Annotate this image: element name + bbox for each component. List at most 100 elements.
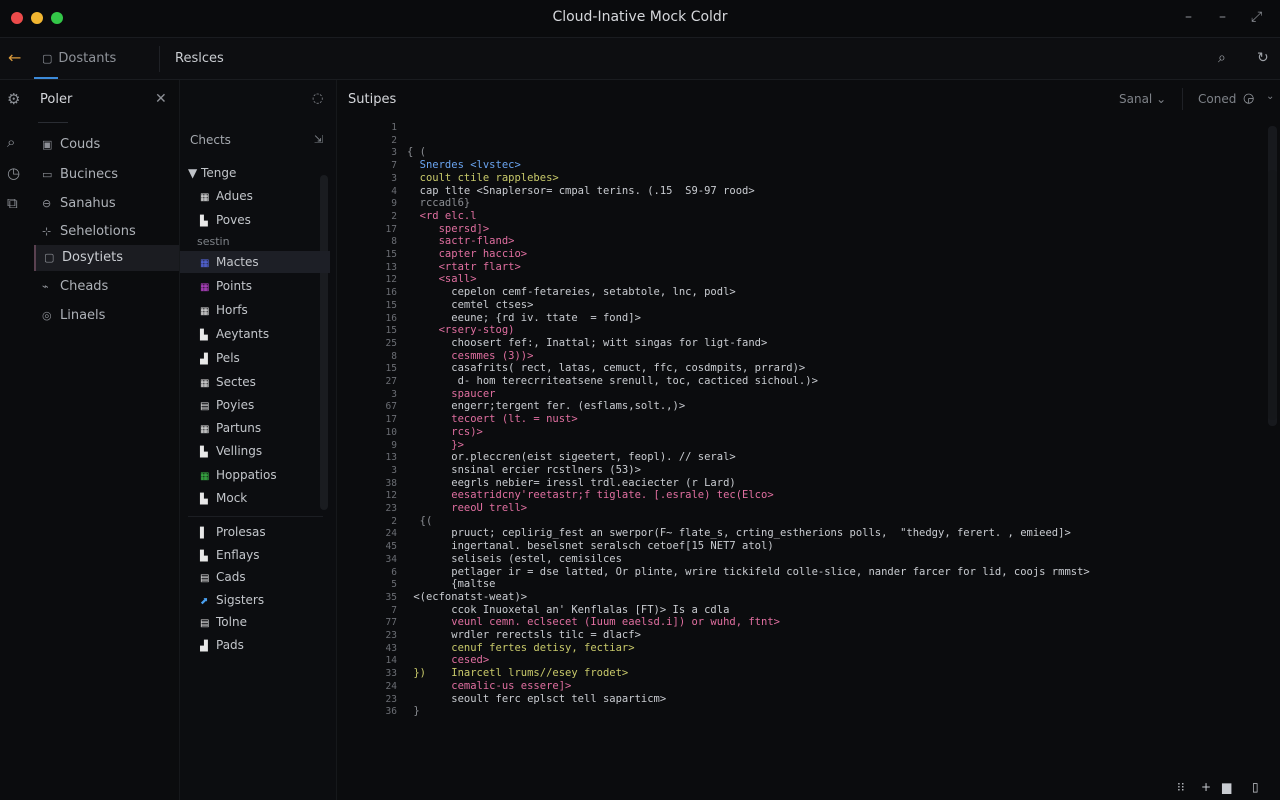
- tree-item-label: Cads: [216, 570, 246, 584]
- tree-item-pels[interactable]: ▟ Pels: [180, 347, 330, 369]
- file-icon: ▤: [200, 401, 210, 412]
- file-icon: ▙: [200, 216, 208, 227]
- tab-label: Dostants: [58, 51, 117, 66]
- tree-item-enflays[interactable]: ▙ Enflays: [180, 544, 330, 566]
- active-tab-indicator: [34, 77, 58, 79]
- tree-item-cads[interactable]: ▤ Cads: [180, 566, 330, 588]
- sidebar-item-bucinecs[interactable]: ▭ Bucinecs: [34, 162, 179, 188]
- editor-scrollbar-thumb[interactable]: [1268, 170, 1277, 420]
- code-line: ingertanal. beselsnet seralsch cetoef[15…: [407, 540, 774, 553]
- line-number: 10: [385, 426, 397, 438]
- line-number: 24: [385, 680, 397, 692]
- file-icon: ▙: [200, 551, 208, 562]
- code-line: reeoU trell>: [407, 502, 528, 514]
- tab-dostants[interactable]: ▢ Dostants: [42, 51, 116, 66]
- chevron-down-icon[interactable]: ⌄: [1266, 91, 1274, 102]
- sidebar-item-sehelotions[interactable]: ⊹ Sehelotions: [34, 219, 179, 245]
- code-line: {maltse: [407, 578, 496, 591]
- line-number: 3: [391, 388, 397, 400]
- sidebar-item-couds[interactable]: ▣ Couds: [34, 132, 179, 158]
- sidebar-item-sanahus[interactable]: ⊖ Sanahus: [34, 191, 179, 217]
- sidebar-item-linaels[interactable]: ◎ Linaels: [34, 303, 179, 329]
- line-number: 5: [391, 579, 397, 591]
- tree-item-poyies[interactable]: ▤ Poyies: [180, 394, 330, 416]
- explorer-header: Chects: [190, 133, 231, 147]
- add-icon[interactable]: +: [1201, 780, 1211, 794]
- tree-item-sigsters[interactable]: ⬈ Sigsters: [180, 589, 330, 611]
- close-icon[interactable]: ✕: [155, 91, 167, 107]
- tree-item-horfs[interactable]: ▦ Horfs: [180, 299, 330, 321]
- tree-item-label: Horfs: [216, 303, 248, 317]
- code-line: cemtel ctses>: [407, 298, 534, 311]
- sync-icon[interactable]: ◶: [1243, 91, 1254, 106]
- function-icon: ⊹: [42, 225, 52, 238]
- tree-item-label: Poyies: [216, 398, 255, 412]
- tree-item-points[interactable]: ▦ Points: [180, 275, 330, 297]
- tree-group-tenge[interactable]: ▼ Tenge: [188, 166, 236, 180]
- tree-item-aeytants[interactable]: ▙ Aeytants: [180, 323, 330, 345]
- tree-item-label: Mock: [216, 491, 248, 505]
- minimize-alt-icon[interactable]: –: [1219, 9, 1226, 25]
- document-icon: ▢: [42, 52, 53, 65]
- tree-item-pads[interactable]: ▟ Pads: [180, 634, 330, 656]
- folder-icon[interactable]: ▆: [1222, 780, 1231, 794]
- panel-icon[interactable]: ▯: [1252, 780, 1259, 794]
- tree-item-prolesas[interactable]: ▌ Prolesas: [180, 521, 330, 543]
- history-icon[interactable]: ◷: [7, 164, 20, 182]
- tree-item-label: Enflays: [216, 548, 260, 562]
- copy-icon[interactable]: ⧉: [7, 194, 18, 212]
- maximize-icon[interactable]: ⤢: [1251, 9, 1262, 25]
- back-arrow-icon[interactable]: ←: [8, 48, 21, 67]
- line-number: 15: [385, 299, 397, 311]
- search-icon[interactable]: ⌕: [1218, 50, 1226, 66]
- tab-reslces[interactable]: Reslces: [175, 51, 224, 66]
- sidebar-item-cheads[interactable]: ⌁ Cheads: [34, 274, 179, 300]
- code-line: cemalic-us essere]>: [407, 679, 572, 692]
- file-icon: ▦: [200, 192, 210, 203]
- file-icon: ▌: [200, 528, 208, 539]
- file-icon: ▤: [200, 618, 210, 629]
- tree-item-vellings[interactable]: ▙ Vellings: [180, 440, 330, 462]
- tab-bar: ← ▢ Dostants Reslces ⌕ ↻: [0, 38, 1280, 80]
- file-icon: ▟: [200, 641, 208, 652]
- file-icon: ▦: [200, 424, 210, 435]
- tree-item-label: Pels: [216, 351, 240, 365]
- connection-select[interactable]: Coned: [1198, 92, 1236, 106]
- code-line: }) Inarcetl lrums//esey frodet>: [407, 667, 629, 680]
- line-number: 12: [385, 490, 397, 502]
- tree-item-mock[interactable]: ▙ Mock: [180, 487, 330, 509]
- toolbar-divider: [1182, 88, 1183, 110]
- tree-item-adues[interactable]: ▦ Adues: [180, 185, 330, 207]
- code-line: seoult ferc eplsct tell saparticm>: [407, 692, 667, 705]
- line-number: 7: [391, 160, 397, 172]
- tree-item-tolne[interactable]: ▤ Tolne: [180, 611, 330, 633]
- line-number: 15: [385, 325, 397, 337]
- tree-item-hoppatios[interactable]: ▦ Hoppatios: [180, 464, 330, 486]
- link-icon: ⌁: [42, 280, 49, 293]
- refresh-icon[interactable]: ↻: [1257, 50, 1269, 66]
- code-line: Snerdes <lvstec>: [407, 159, 521, 172]
- tree-item-label: Hoppatios: [216, 468, 277, 482]
- tree-item-partuns[interactable]: ▦ Partuns: [180, 417, 330, 439]
- scope-select[interactable]: Sanal ⌄: [1119, 92, 1166, 106]
- tree-section-label: sestin: [197, 235, 230, 248]
- bucket-icon: ▭: [42, 168, 53, 181]
- code-line: <rd elc.l: [407, 209, 477, 222]
- sidebar-item-label: Bucinecs: [60, 167, 119, 182]
- sidebar-item-dosytiets[interactable]: ▢ Dosytiets: [34, 245, 179, 271]
- minimize-icon[interactable]: –: [1185, 9, 1192, 25]
- tree-item-sectes[interactable]: ▦ Sectes: [180, 371, 330, 393]
- line-number: 3: [391, 172, 397, 184]
- loading-icon[interactable]: ◌: [312, 91, 323, 106]
- search-activity-icon[interactable]: ⌕: [7, 133, 15, 151]
- code-line: petlager ir = dse latted, Or plinte, wri…: [407, 565, 1090, 578]
- tree-item-poves[interactable]: ▙ Poves: [180, 209, 330, 231]
- code-line: snsinal ercier rcstlners (53)>: [407, 463, 641, 476]
- expand-icon[interactable]: ⇲: [314, 133, 323, 146]
- grid-icon[interactable]: ⁝⁝: [1177, 780, 1185, 794]
- code-line: d- hom terecrriteatsene srenull, toc, ca…: [407, 375, 818, 387]
- code-editor[interactable]: 1 2 3{ (7 Snerdes <lvstec> 3 coult ctile ra…: [337, 118, 1280, 778]
- settings-icon[interactable]: ⚙: [7, 90, 20, 108]
- tree-item-mactes[interactable]: ▦ Mactes: [180, 251, 330, 273]
- code-line: seliseis (estel, cemisilces: [407, 552, 622, 565]
